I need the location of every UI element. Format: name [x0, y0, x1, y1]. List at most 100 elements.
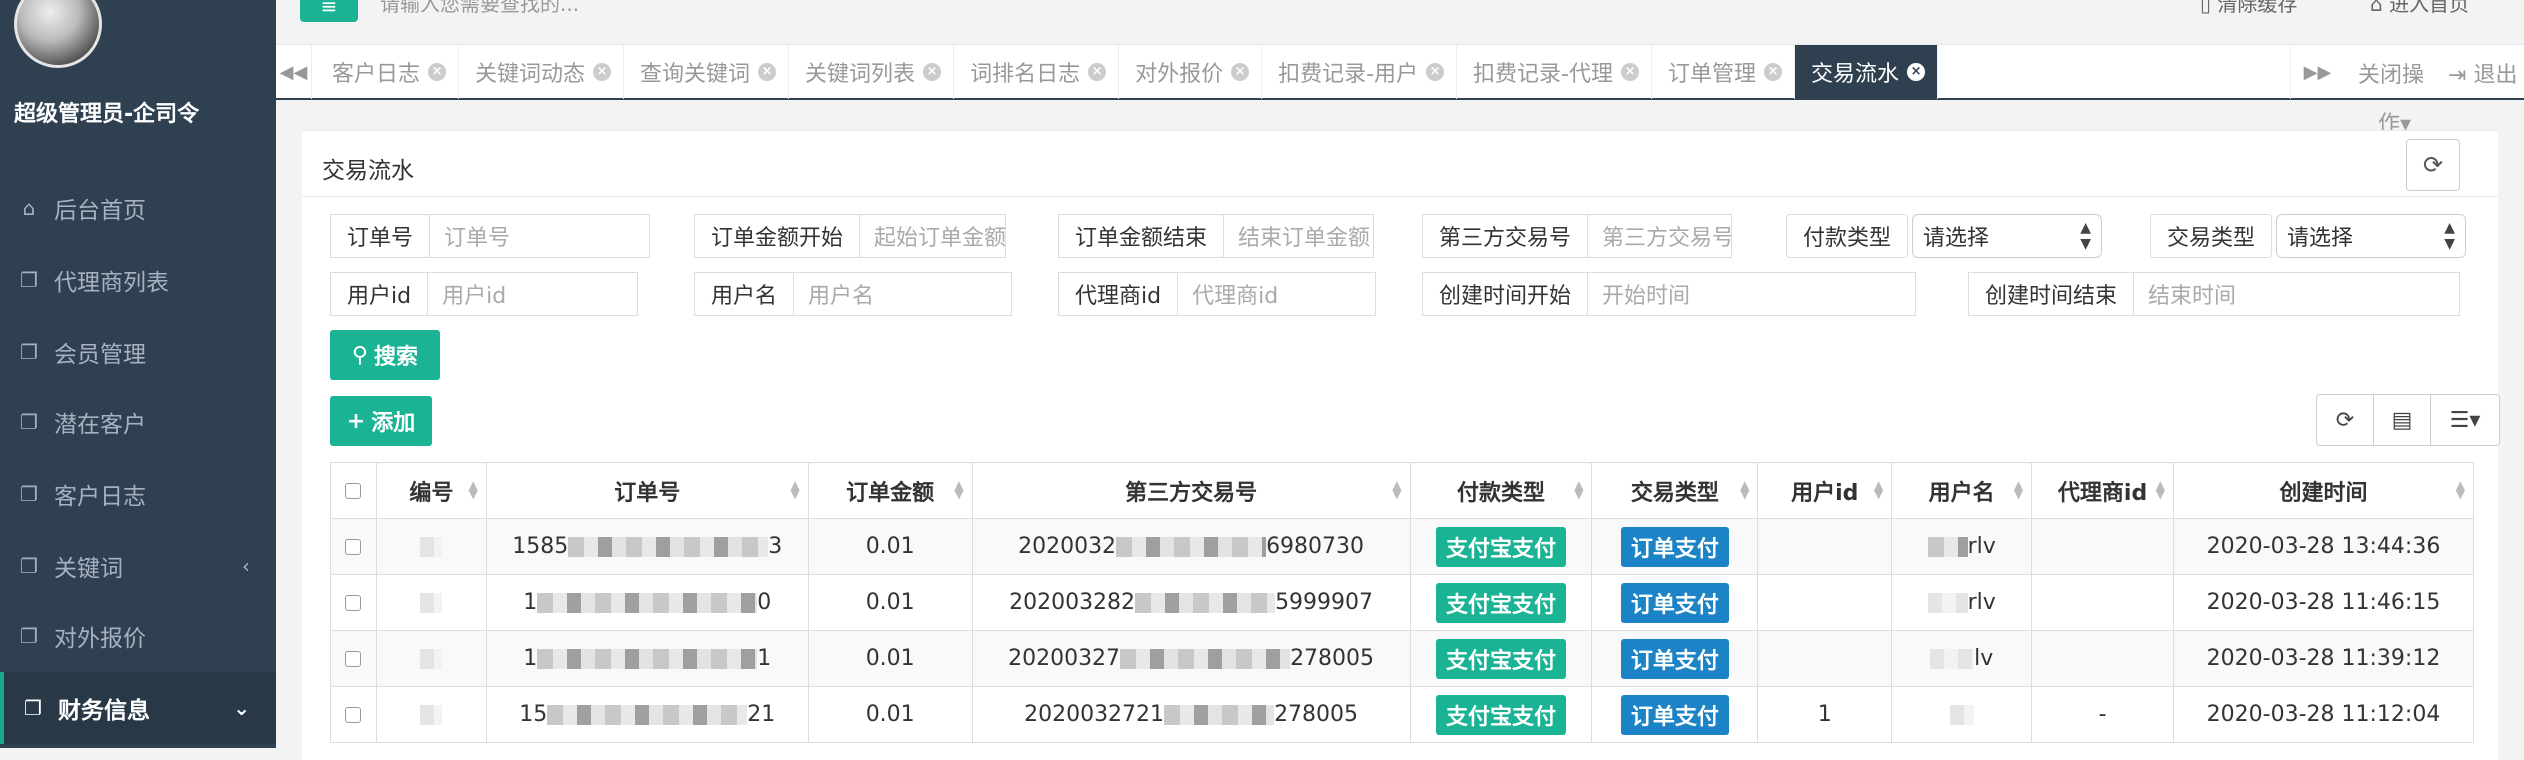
tab-external-quote[interactable]: 对外报价 × [1119, 45, 1263, 99]
table-row[interactable]: 1585 3 0.01 2020032 6980730 支付宝支付 订单支付 rlv… [330, 518, 2474, 575]
avatar[interactable] [14, 0, 102, 68]
close-icon[interactable]: × [1764, 63, 1783, 81]
pay-type-badge: 支付宝支付 [1435, 638, 1566, 679]
trade-type-badge: 订单支付 [1620, 582, 1729, 623]
row-checkbox[interactable] [345, 651, 362, 667]
chevron-left-icon: ‹ [242, 554, 250, 578]
tab-keyword-activity[interactable]: 关键词动态 × [459, 45, 625, 99]
copy-icon: ❐ [20, 624, 38, 648]
row-checkbox[interactable] [345, 595, 362, 611]
username-input[interactable]: 用户名 [794, 272, 1013, 316]
column-header-user-id[interactable]: 用户id ▲ ▼ [1757, 462, 1893, 519]
user-id-input[interactable]: 用户id [428, 272, 639, 316]
third-party-no-input[interactable]: 第三方交易号 [1588, 214, 1733, 258]
cell-agent-id [2031, 630, 2175, 687]
order-no-prefix: 15 [519, 702, 548, 727]
sidebar-item-keywords[interactable]: ❐ 关键词 ‹ [0, 530, 276, 602]
table-refresh-button[interactable]: ⟳ [2316, 394, 2374, 446]
column-header-id[interactable]: 编号 ▲ ▼ [375, 462, 487, 519]
tab-rank-log[interactable]: 词排名日志 × [954, 45, 1120, 99]
tab-customer-log[interactable]: 客户日志 × [316, 45, 460, 99]
column-header-trade-type[interactable]: 交易类型 ▲ ▼ [1591, 462, 1759, 519]
select-all-checkbox[interactable] [345, 483, 362, 499]
filter-username: 用户名 用户名 [694, 272, 1013, 316]
close-icon[interactable]: × [1231, 63, 1250, 81]
menu-toggle-button[interactable]: ≡ [300, 0, 358, 22]
trade-type-select[interactable]: 请选择 ▲ ▼ [2276, 214, 2467, 258]
table-row[interactable]: 10 0.01 202003282 5999907 支付宝支付 订单支付 rlv … [330, 574, 2474, 631]
column-header-amount[interactable]: 订单金额 ▲ ▼ [807, 462, 973, 519]
close-icon[interactable]: × [1907, 63, 1926, 81]
sidebar-item-finance[interactable]: ❐ 财务信息 ⌄ [0, 672, 276, 744]
tab-keyword-list[interactable]: 关键词列表 × [789, 45, 955, 99]
cell-created: 2020-03-28 11:12:04 [2173, 686, 2474, 743]
sidebar-item-agents[interactable]: ❐ 代理商列表 [0, 244, 276, 316]
tab-query-keyword[interactable]: 查询关键词 × [624, 45, 790, 99]
filter-trade-type: 交易类型 请选择 ▲ ▼ [2150, 214, 2467, 258]
sort-icon: ▲ ▼ [468, 478, 478, 501]
row-checkbox-cell[interactable] [330, 686, 377, 743]
sidebar-item-home[interactable]: ⌂ 后台首页 [0, 172, 276, 244]
row-checkbox-cell[interactable] [330, 574, 377, 631]
tab-transaction-flow[interactable]: 交易流水 × [1795, 45, 1939, 99]
tab-order-management[interactable]: 订单管理 × [1652, 45, 1796, 99]
close-icon[interactable]: × [758, 63, 777, 81]
order-no-suffix: 3 [768, 534, 783, 559]
amount-start-input[interactable]: 起始订单金额 [860, 214, 1007, 258]
panel-refresh-button[interactable]: ⟳ [2406, 139, 2460, 191]
cell-amount: 0.01 [807, 518, 973, 575]
table-row[interactable]: 15 21 0.01 2020032721 278005 支付宝支付 订单支付 1 … [330, 686, 2474, 743]
close-icon[interactable]: × [1088, 63, 1107, 81]
column-header-third-party-no[interactable]: 第三方交易号 ▲ ▼ [971, 462, 1411, 519]
row-checkbox[interactable] [345, 707, 362, 723]
table-row[interactable]: 11 0.01 20200327 278005 支付宝支付 订单支付 lv 202… [330, 630, 2474, 687]
order-no-input[interactable]: 订单号 [430, 214, 651, 258]
trash-icon: ▯ [2200, 0, 2218, 16]
column-header-agent-id[interactable]: 代理商id ▲ ▼ [2031, 462, 2175, 519]
created-start-input[interactable]: 开始时间 [1588, 272, 1917, 316]
add-button[interactable]: + 添加 [330, 396, 432, 446]
go-home-link[interactable]: ⌂ 进入首页 [2370, 0, 2469, 17]
search-button[interactable]: ⚲ 搜索 [330, 330, 440, 380]
created-end-input[interactable]: 结束时间 [2134, 272, 2461, 316]
columns-button[interactable]: ☰▾ [2430, 394, 2500, 446]
copy-icon: ❐ [20, 410, 38, 434]
sidebar-item-members[interactable]: ❐ 会员管理 [0, 316, 276, 388]
row-checkbox-cell[interactable] [330, 630, 377, 687]
sidebar-item-quotes[interactable]: ❐ 对外报价 [0, 600, 276, 672]
tab-deduct-agent[interactable]: 扣费记录-代理 × [1457, 45, 1652, 99]
filter-amount-start: 订单金额开始 起始订单金额 [694, 214, 1007, 258]
close-icon[interactable]: × [1426, 63, 1445, 81]
cell-user-id [1757, 630, 1893, 687]
close-icon[interactable]: × [428, 63, 447, 81]
row-checkbox[interactable] [345, 539, 362, 555]
close-operations-button[interactable]: 关闭操 [2358, 57, 2424, 89]
column-header-created[interactable]: 创建时间 ▲ ▼ [2173, 462, 2474, 519]
row-checkbox-cell[interactable] [330, 518, 377, 575]
select-all-checkbox-cell[interactable] [330, 462, 377, 519]
trade-type-badge: 订单支付 [1620, 694, 1729, 735]
close-icon[interactable]: × [923, 63, 942, 81]
close-icon[interactable]: × [593, 63, 612, 81]
column-header-username[interactable]: 用户名 ▲ ▼ [1891, 462, 2033, 519]
toggle-view-button[interactable]: ▤ [2373, 394, 2431, 446]
tabs-scroll-left-button[interactable]: ◀◀ [276, 45, 312, 99]
header-label: 订单金额 [846, 480, 935, 506]
tp-no-prefix: 2020032 [1018, 534, 1117, 559]
close-icon[interactable]: × [1621, 63, 1639, 81]
sidebar-item-prospects[interactable]: ❐ 潜在客户 [0, 386, 276, 458]
top-search-input[interactable]: 请输入您需要查找的... [380, 0, 579, 17]
column-header-order-no[interactable]: 订单号 ▲ ▼ [485, 462, 809, 519]
tabs-scroll-right-button[interactable]: ▶▶ [2290, 45, 2344, 99]
sidebar-item-customer-log[interactable]: ❐ 客户日志 [0, 458, 276, 530]
filter-label: 订单金额开始 [694, 214, 861, 258]
filter-label: 付款类型 [1786, 214, 1909, 258]
column-header-pay-type[interactable]: 付款类型 ▲ ▼ [1409, 462, 1593, 519]
admin-name[interactable]: 超级管理员-企司令 [14, 96, 199, 128]
agent-id-input[interactable]: 代理商id [1178, 272, 1377, 316]
amount-end-input[interactable]: 结束订单金额 [1224, 214, 1375, 258]
logout-button[interactable]: ⇥ 退出 [2448, 57, 2517, 89]
clear-cache-link[interactable]: ▯ 清除缓存 [2200, 0, 2297, 17]
tab-deduct-user[interactable]: 扣费记录-用户 × [1262, 45, 1458, 99]
pay-type-select[interactable]: 请选择 ▲ ▼ [1912, 214, 2103, 258]
